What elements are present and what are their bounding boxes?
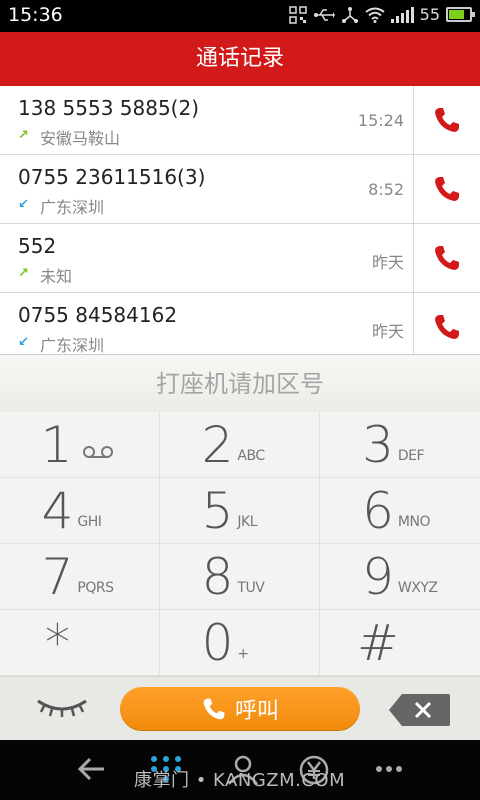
key-digit: *: [45, 613, 70, 672]
key-4[interactable]: 4 GHI: [0, 478, 160, 544]
hide-keypad-eye-icon[interactable]: [36, 697, 88, 721]
call-number: 138 5553 5885(2): [18, 96, 200, 120]
phone-icon: [203, 698, 225, 720]
key-6[interactable]: 6 MNO: [320, 478, 480, 544]
call-location: 未知: [40, 267, 73, 286]
bottom-navigation: 康掌门 • KANGZM.COM: [0, 740, 480, 800]
key-1[interactable]: 1: [0, 412, 160, 478]
key-7[interactable]: 7 PQRS: [0, 544, 160, 610]
key-digit: 5: [201, 481, 234, 540]
key-digit: 1: [40, 415, 73, 474]
call-log-row[interactable]: 0755 23611516(3) ↙ 广东深圳 8:52: [0, 155, 480, 224]
call-location: 安徽马鞍山: [40, 129, 121, 148]
status-bar: 15:36 55: [0, 0, 480, 32]
key-letters: PQRS: [77, 579, 114, 596]
battery-level: 55: [419, 5, 440, 24]
page-title: 通话记录: [0, 32, 480, 86]
dial-action-bar: 呼叫: [0, 676, 480, 740]
phone-icon: [435, 246, 459, 270]
key-2[interactable]: 2 ABC: [160, 412, 320, 478]
call-back-button[interactable]: [413, 155, 480, 223]
key-3[interactable]: 3 DEF: [320, 412, 480, 478]
key-digit: 6: [362, 481, 394, 540]
call-location: 广东深圳: [40, 336, 105, 354]
phone-icon: [435, 315, 459, 339]
call-location: 广东深圳: [40, 198, 105, 217]
call-log-row[interactable]: 0755 84584162 ↙ 广东深圳 昨天: [0, 293, 480, 354]
key-digit: #: [357, 613, 399, 672]
backspace-icon[interactable]: [388, 693, 450, 727]
key-digit: 4: [41, 481, 74, 540]
key-8[interactable]: 8 TUV: [160, 544, 320, 610]
key-digit: 8: [201, 547, 234, 606]
call-back-button[interactable]: [413, 293, 480, 354]
key-letters: MNO: [397, 513, 431, 530]
call-log-row[interactable]: 138 5553 5885(2) ↗ 安徽马鞍山 15:24: [0, 86, 480, 155]
call-time: 昨天: [371, 322, 404, 341]
back-arrow-icon[interactable]: [76, 754, 106, 784]
key-letters: JKL: [237, 513, 258, 530]
call-back-button[interactable]: [413, 224, 480, 292]
share-icon: [341, 6, 358, 23]
more-options-icon[interactable]: [374, 754, 404, 784]
key-digit: 0: [201, 613, 234, 672]
key-digit: 3: [362, 415, 394, 474]
key-digit: 7: [41, 547, 74, 606]
signal-icon: [390, 6, 414, 23]
voicemail-icon: [83, 445, 114, 458]
outgoing-arrow-icon: ↗: [18, 266, 29, 281]
key-digit: 9: [362, 547, 394, 606]
incoming-arrow-icon: ↙: [18, 335, 29, 350]
call-log-row[interactable]: 552 ↗ 未知 昨天: [0, 224, 480, 293]
call-number: 0755 84584162: [18, 303, 178, 327]
incoming-arrow-icon: ↙: [18, 197, 29, 212]
phone-icon: [435, 177, 459, 201]
outgoing-arrow-icon: ↗: [18, 128, 29, 143]
call-time: 8:52: [368, 180, 404, 199]
usb-icon: [313, 8, 335, 21]
key-0[interactable]: 0 +: [160, 610, 320, 676]
key-star[interactable]: *: [0, 610, 160, 676]
dial-number-display[interactable]: 打座机请加区号: [0, 354, 480, 412]
phone-icon: [435, 108, 459, 132]
key-letters: ABC: [237, 447, 265, 464]
battery-icon: [446, 7, 475, 22]
call-number: 0755 23611516(3): [18, 165, 206, 189]
call-time: 15:24: [357, 111, 404, 130]
dial-keypad: 1 2 ABC 3 DEF 4 GHI 5 JKL 6 MNO 7 PQRS 8 TUV 9W…: [0, 412, 480, 676]
dial-call-button[interactable]: 呼叫: [120, 687, 360, 731]
call-back-button[interactable]: [413, 86, 480, 154]
status-icons: 55: [288, 5, 475, 24]
key-9[interactable]: 9 WXYZ: [320, 544, 480, 610]
wifi-icon: [365, 7, 385, 23]
call-log-list[interactable]: 138 5553 5885(2) ↗ 安徽马鞍山 15:24 0755 2361…: [0, 86, 480, 354]
key-letters: GHI: [77, 513, 102, 530]
key-letters: DEF: [397, 447, 425, 464]
qr-icon: [288, 5, 307, 24]
status-time: 15:36: [8, 4, 63, 26]
key-hash[interactable]: #: [320, 610, 480, 676]
call-number: 552: [18, 234, 57, 258]
key-5[interactable]: 5 JKL: [160, 478, 320, 544]
call-time: 昨天: [371, 253, 404, 272]
watermark: 康掌门 • KANGZM.COM: [134, 770, 346, 791]
key-letters: TUV: [237, 579, 265, 596]
dial-call-label: 呼叫: [234, 699, 279, 724]
key-digit: 2: [201, 415, 234, 474]
key-letters: +: [237, 645, 249, 662]
key-letters: WXYZ: [397, 579, 438, 596]
